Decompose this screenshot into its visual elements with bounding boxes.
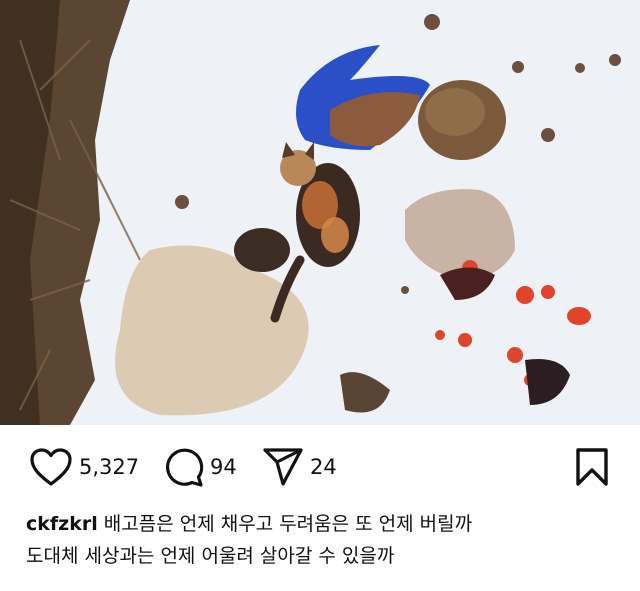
comment-button[interactable]: 94 [162,444,237,490]
post-photo[interactable] [0,0,640,425]
paper-plane-icon[interactable] [262,446,304,488]
caption-line-2: 도대체 세상과는 언제 어울려 살아갈 수 있을까 [26,545,395,567]
bookmark-icon[interactable] [574,446,610,488]
like-count[interactable]: 5,327 [79,455,139,479]
caption-line-1: ckfzkrl 배고픔은 언제 채우고 두려움은 또 언제 버릴까 [26,508,626,540]
comment-bubble-icon[interactable] [162,446,204,488]
comment-count[interactable]: 94 [210,455,237,479]
share-count[interactable]: 24 [310,455,337,479]
save-button[interactable] [574,444,610,490]
caption-text-1: 배고픔은 언제 채우고 두려움은 또 언제 버릴까 [103,513,473,535]
username-link[interactable]: ckfzkrl [26,513,98,535]
like-button[interactable]: 5,327 [29,444,139,490]
action-bar: 5,327 94 24 [0,425,640,505]
heart-icon[interactable] [29,447,73,487]
post-caption: ckfzkrl 배고픔은 언제 채우고 두려움은 또 언제 버릴까 도대체 세상과… [26,508,626,572]
share-button[interactable]: 24 [262,444,337,490]
